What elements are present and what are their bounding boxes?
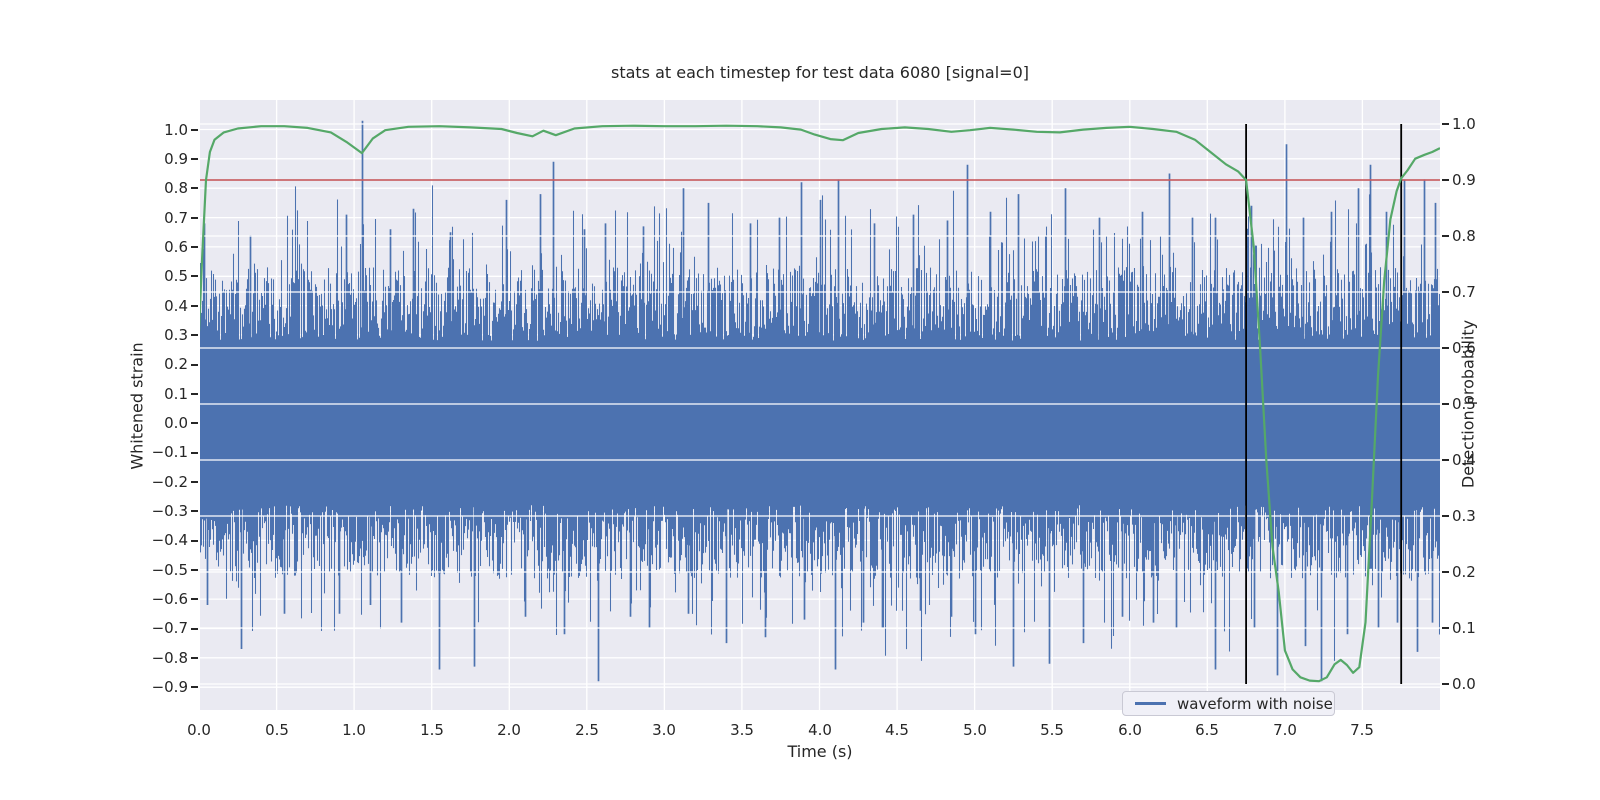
y-left-tick-label: 0.2 — [164, 355, 188, 373]
y-left-tick-label: 0.3 — [164, 326, 188, 344]
y-right-tick-mark — [1442, 179, 1449, 181]
x-tick-label: 6.0 — [1118, 721, 1142, 739]
y-left-tick-label: 0.6 — [164, 238, 188, 256]
legend: waveform with noise — [1122, 691, 1335, 716]
y-left-tick-label: −0.3 — [151, 502, 188, 520]
y-left-tick-label: −0.1 — [151, 443, 188, 461]
y-left-tick-mark — [191, 334, 198, 336]
y-left-tick-label: −0.8 — [151, 649, 188, 667]
y-right-tick-mark — [1442, 123, 1449, 125]
y-left-tick-label: 0.0 — [164, 414, 188, 432]
y-right-tick-label: 0.4 — [1452, 451, 1476, 469]
y-left-tick-mark — [191, 569, 198, 571]
y-left-tick-label: 0.7 — [164, 209, 188, 227]
y-left-tick-label: 0.1 — [164, 385, 188, 403]
x-axis-label: Time (s) — [787, 742, 853, 761]
y-right-tick-mark — [1442, 235, 1449, 237]
x-tick-label: 5.5 — [1040, 721, 1064, 739]
x-tick-label: 5.0 — [963, 721, 987, 739]
y-left-tick-mark — [191, 246, 198, 248]
y-right-tick-label: 0.7 — [1452, 283, 1476, 301]
y-left-tick-mark — [191, 187, 198, 189]
y-right-tick-label: 0.8 — [1452, 227, 1476, 245]
y-left-tick-mark — [191, 393, 198, 395]
x-tick-label: 0.5 — [265, 721, 289, 739]
x-tick-label: 4.0 — [808, 721, 832, 739]
y-left-tick-label: 0.5 — [164, 267, 188, 285]
x-tick-label: 0.0 — [187, 721, 211, 739]
y-right-tick-label: 0.1 — [1452, 619, 1476, 637]
y-left-tick-mark — [191, 686, 198, 688]
y-right-tick-label: 1.0 — [1452, 115, 1476, 133]
y-right-tick-mark — [1442, 459, 1449, 461]
y-right-tick-label: 0.6 — [1452, 339, 1476, 357]
x-tick-label: 7.0 — [1273, 721, 1297, 739]
x-tick-label: 2.5 — [575, 721, 599, 739]
y-left-tick-label: −0.5 — [151, 561, 188, 579]
x-tick-label: 3.0 — [652, 721, 676, 739]
plot-canvas — [200, 100, 1440, 710]
y-left-tick-mark — [191, 422, 198, 424]
y-right-tick-mark — [1442, 291, 1449, 293]
y-left-tick-mark — [191, 510, 198, 512]
legend-label: waveform with noise — [1177, 694, 1333, 713]
x-tick-label: 6.5 — [1195, 721, 1219, 739]
y-left-tick-label: 0.4 — [164, 297, 188, 315]
y-right-tick-label: 0.9 — [1452, 171, 1476, 189]
y-left-tick-mark — [191, 305, 198, 307]
y-right-tick-label: 0.5 — [1452, 395, 1476, 413]
x-tick-label: 7.5 — [1350, 721, 1374, 739]
y-left-tick-mark — [191, 628, 198, 630]
y-right-tick-mark — [1442, 571, 1449, 573]
x-tick-label: 2.0 — [497, 721, 521, 739]
y-right-tick-label: 0.0 — [1452, 675, 1476, 693]
y-left-tick-label: 1.0 — [164, 121, 188, 139]
y-right-tick-mark — [1442, 403, 1449, 405]
y-left-tick-mark — [191, 481, 198, 483]
x-tick-label: 1.5 — [420, 721, 444, 739]
y-left-tick-label: −0.6 — [151, 590, 188, 608]
legend-line-sample — [1135, 702, 1166, 705]
y-right-tick-label: 0.2 — [1452, 563, 1476, 581]
y-right-tick-mark — [1442, 347, 1449, 349]
y-right-tick-mark — [1442, 627, 1449, 629]
y-left-tick-mark — [191, 129, 198, 131]
x-tick-label: 3.5 — [730, 721, 754, 739]
y-left-tick-mark — [191, 275, 198, 277]
figure: stats at each timestep for test data 608… — [0, 0, 1600, 800]
y-left-tick-label: 0.9 — [164, 150, 188, 168]
y-left-tick-mark — [191, 158, 198, 160]
y-right-tick-mark — [1442, 515, 1449, 517]
y-left-tick-label: −0.7 — [151, 619, 188, 637]
y-left-tick-mark — [191, 540, 198, 542]
y-left-tick-label: −0.9 — [151, 678, 188, 696]
y-right-tick-label: 0.3 — [1452, 507, 1476, 525]
x-tick-label: 4.5 — [885, 721, 909, 739]
y-left-tick-label: −0.2 — [151, 473, 188, 491]
y-right-tick-mark — [1442, 683, 1449, 685]
y-left-tick-mark — [191, 598, 198, 600]
y-left-tick-mark — [191, 452, 198, 454]
y-left-tick-label: 0.8 — [164, 179, 188, 197]
y-left-tick-mark — [191, 657, 198, 659]
y-left-tick-mark — [191, 217, 198, 219]
y-left-tick-label: −0.4 — [151, 531, 188, 549]
x-tick-label: 1.0 — [342, 721, 366, 739]
y-left-tick-mark — [191, 364, 198, 366]
plot-area — [200, 100, 1440, 710]
chart-title: stats at each timestep for test data 608… — [610, 63, 1029, 82]
